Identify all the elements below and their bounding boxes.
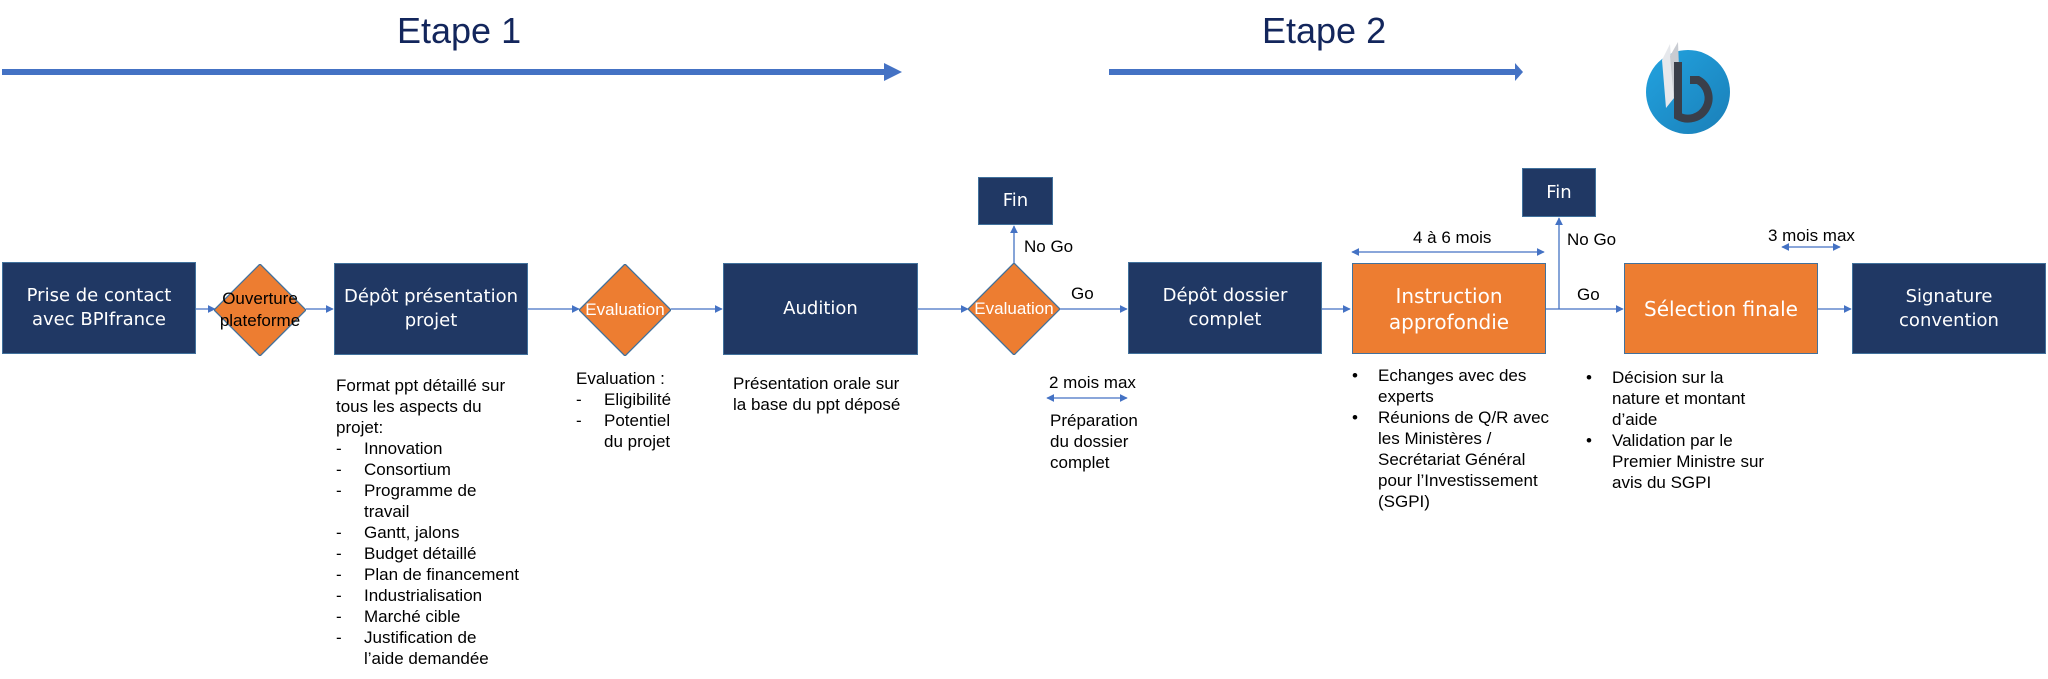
note-line: complet (1050, 453, 1110, 472)
list-item: - Consortium (336, 460, 451, 479)
note-line: du dossier (1050, 432, 1129, 451)
note-instruction: • Echanges avec des experts • Réunions de … (1350, 365, 1550, 512)
label-no-go-2: No Go (1567, 230, 1617, 249)
label-go-2: Go (1577, 285, 1600, 304)
node-selection-finale: Sélection finale (1624, 263, 1818, 354)
note-depot-dossier: Préparation du dossier complet (1050, 410, 1160, 473)
note-evaluation-1: Evaluation : - Eligibilité - Potentiel du … (576, 368, 686, 452)
list-item: - Programme de travail (336, 481, 477, 521)
list-item: - Plan de financement (336, 565, 519, 584)
note-audition: Présentation orale sur la base du ppt dé… (733, 373, 933, 415)
label-no-go-1: No Go (1024, 237, 1074, 256)
node-prise-contact: Prise de contact avec BPIfrance (2, 262, 196, 354)
list-item: - Innovation (336, 439, 443, 458)
note-intro-line: projet: (336, 418, 384, 437)
decision-ouverture-plateforme: Ouverture plateforme (213, 263, 307, 357)
label-go-1: Go (1071, 284, 1094, 303)
node-fin-2: Fin (1522, 168, 1596, 217)
stage-2-arrow (1109, 63, 1523, 81)
note-line: Présentation orale sur (733, 374, 900, 393)
list-item: • Décision sur la nature et montant d’aid… (1586, 368, 1746, 429)
list-item: • Echanges avec des experts (1352, 366, 1527, 406)
duration-2-mois: 2 mois max (1049, 373, 1136, 392)
list-item: - Marché cible (336, 607, 461, 626)
note-selection: • Décision sur la nature et montant d’aid… (1584, 367, 1774, 493)
note-intro-line: Evaluation : (576, 369, 665, 388)
note-line: Préparation (1050, 411, 1138, 430)
duration-4-6-mois: 4 à 6 mois (1413, 228, 1492, 247)
list-item: - Industrialisation (336, 586, 483, 605)
note-depot-presentation: Format ppt détaillé sur tous les aspects… (336, 375, 536, 669)
decision-evaluation-2-label: Evaluation (974, 299, 1054, 318)
logo (1640, 38, 1740, 138)
list-item: - Justification de l’aide demandée (336, 628, 489, 668)
stage-1-arrow (2, 63, 902, 81)
decision-evaluation-1: Evaluation (578, 263, 672, 357)
note-intro-line: Format ppt détaillé sur (336, 376, 506, 395)
node-instruction-approfondie: Instruction approfondie (1352, 263, 1546, 354)
list-item: • Réunions de Q/R avec les Ministères / S… (1352, 408, 1550, 511)
list-item: • Validation par le Premier Ministre sur … (1586, 431, 1765, 492)
decision-evaluation-2: Evaluation (967, 262, 1061, 356)
note-line: la base du ppt déposé (733, 395, 901, 414)
list-item: - Gantt, jalons (336, 523, 460, 542)
list-item: - Budget détaillé (336, 544, 477, 563)
list-item: - Potentiel du projet (576, 411, 671, 451)
node-fin-1: Fin (978, 177, 1053, 225)
node-signature-convention: Signature convention (1852, 263, 2046, 354)
note-intro-line: tous les aspects du (336, 397, 482, 416)
list-item: - Eligibilité (576, 390, 672, 409)
b-letter-logo-icon (1646, 42, 1730, 134)
duration-3-mois: 3 mois max (1768, 226, 1855, 245)
node-audition: Audition (723, 263, 918, 355)
node-depot-presentation: Dépôt présentation projet (334, 263, 528, 355)
node-depot-dossier: Dépôt dossier complet (1128, 262, 1322, 354)
decision-evaluation-1-label: Evaluation (585, 300, 665, 319)
decision-ouverture-label: Ouverture plateforme (219, 289, 301, 330)
